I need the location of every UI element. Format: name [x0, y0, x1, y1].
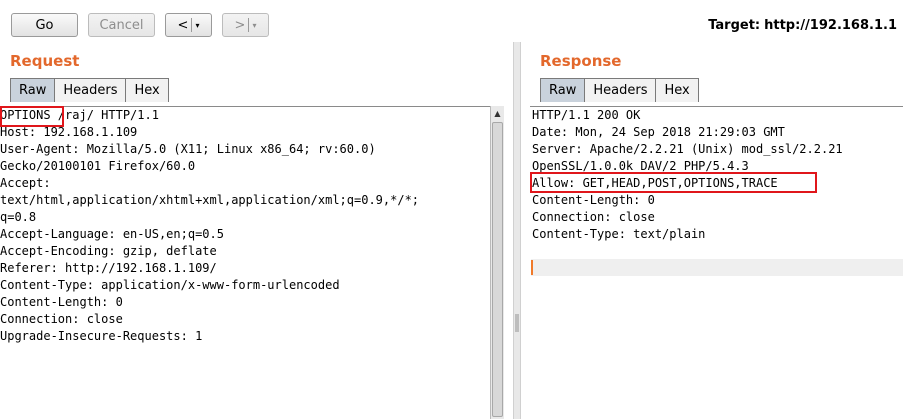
cancel-label: Cancel [99, 17, 144, 33]
go-button[interactable]: Go [11, 13, 78, 37]
response-line: Date: Mon, 24 Sep 2018 21:29:03 GMT [532, 125, 785, 139]
request-line: Accept-Encoding: gzip, deflate [0, 244, 217, 258]
request-line: Connection: close [0, 312, 123, 326]
request-line: User-Agent: Mozilla/5.0 (X11; Linux x86_… [0, 142, 376, 156]
options-method-highlight [0, 106, 64, 127]
target-url: http://192.168.1.1 [764, 18, 897, 33]
scroll-thumb[interactable] [492, 122, 503, 417]
back-button[interactable]: < ▾ [165, 13, 212, 37]
response-line: Content-Length: 0 [532, 193, 655, 207]
text-caret [531, 260, 533, 275]
response-line: HTTP/1.1 200 OK [532, 108, 641, 122]
request-line: Referer: http://192.168.1.109/ [0, 261, 217, 275]
forward-separator [248, 18, 250, 32]
split-pane-divider[interactable] [513, 42, 521, 419]
back-dropdown-icon[interactable]: ▾ [195, 21, 199, 30]
response-tab-raw[interactable]: Raw [540, 78, 586, 102]
current-line-highlight [531, 259, 903, 276]
back-separator [191, 18, 193, 32]
response-line: Server: Apache/2.2.21 (Unix) mod_ssl/2.2… [532, 142, 843, 156]
cancel-button[interactable]: Cancel [88, 13, 155, 37]
request-line: text/html,application/xhtml+xml,applicat… [0, 193, 420, 207]
forward-button[interactable]: > ▾ [222, 13, 269, 37]
request-tab-hex[interactable]: Hex [125, 78, 169, 102]
scroll-up-arrow-icon[interactable]: ▲ [493, 108, 502, 120]
allow-header-highlight [530, 172, 817, 193]
target-label: Target: [708, 18, 761, 33]
request-panel: Request Raw Headers Hex OPTIONS /raj/ HT… [0, 50, 505, 419]
request-tabs: Raw Headers Hex [10, 78, 169, 102]
target-display[interactable]: Target: http://192.168.1.1 [708, 18, 897, 33]
forward-dropdown-icon[interactable]: ▾ [252, 21, 256, 30]
toolbar: Go Cancel < ▾ > ▾ Target: http://192.168.… [0, 0, 903, 50]
request-line: Content-Type: application/x-www-form-url… [0, 278, 340, 292]
divider-grip-icon[interactable] [515, 314, 519, 332]
request-line: Accept: [0, 176, 51, 190]
request-line: OPTIONS /raj/ HTTP/1.1 [0, 108, 159, 122]
forward-arrow-icon: > [234, 17, 246, 33]
request-line: q=0.8 [0, 210, 37, 224]
request-tab-headers[interactable]: Headers [54, 78, 127, 102]
response-line: Content-Type: text/plain [532, 227, 706, 241]
request-title: Request [10, 52, 80, 70]
request-line: Accept-Language: en-US,en;q=0.5 [0, 227, 224, 241]
go-label: Go [35, 17, 54, 33]
request-editor[interactable]: OPTIONS /raj/ HTTP/1.1 Host: 192.168.1.1… [0, 106, 490, 419]
back-arrow-icon: < [177, 17, 189, 33]
request-line: Content-Length: 0 [0, 295, 123, 309]
response-tabs: Raw Headers Hex [540, 78, 699, 102]
request-line: Upgrade-Insecure-Requests: 1 [0, 329, 203, 343]
request-line: Host: 192.168.1.109 [0, 125, 138, 139]
response-title: Response [540, 52, 622, 70]
response-tab-hex[interactable]: Hex [655, 78, 699, 102]
response-line: Connection: close [532, 210, 655, 224]
request-tab-raw[interactable]: Raw [10, 78, 56, 102]
response-panel: Response Raw Headers Hex HTTP/1.1 200 OK… [530, 50, 903, 419]
request-line: Gecko/20100101 Firefox/60.0 [0, 159, 196, 173]
response-tab-headers[interactable]: Headers [584, 78, 657, 102]
request-scrollbar[interactable]: ▲ [490, 106, 504, 419]
